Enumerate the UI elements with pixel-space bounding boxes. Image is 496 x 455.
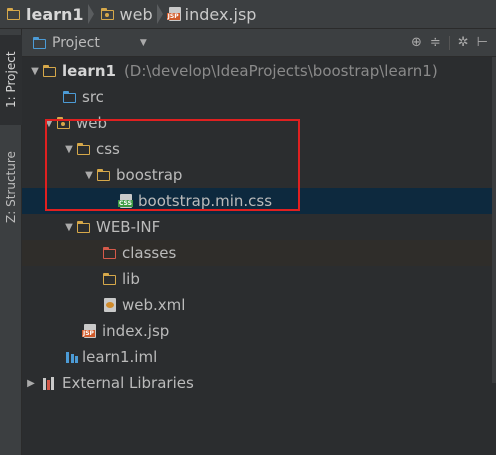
panel-toolbar: ⊕ ≑ ✲ ⊢	[411, 35, 488, 50]
tab-project[interactable]: 1: Project	[0, 35, 22, 125]
module-folder-icon	[42, 64, 58, 78]
tree-node-learn1[interactable]: ▼ learn1 (D:\develop\IdeaProjects\boostr…	[22, 58, 496, 84]
toolbar-divider	[448, 35, 450, 50]
css-file-icon: CSS	[118, 194, 133, 208]
expand-arrow-icon[interactable]: ▼	[62, 222, 76, 233]
breadcrumb-item-learn1[interactable]: learn1	[0, 0, 94, 28]
expand-arrow-icon[interactable]: ▼	[62, 144, 76, 155]
folder-icon	[100, 7, 116, 21]
expand-arrow-icon[interactable]: ▼	[82, 170, 96, 181]
project-tree: ▼ learn1 (D:\develop\IdeaProjects\boostr…	[22, 57, 496, 455]
vertical-scrollbar[interactable]	[492, 57, 496, 383]
tree-node-web-xml[interactable]: web.xml	[22, 292, 496, 318]
source-folder-icon	[62, 90, 78, 104]
tree-node-lib[interactable]: lib	[22, 266, 496, 292]
breadcrumb: learn1 web JSP index.jsp	[0, 0, 496, 29]
folder-icon	[76, 142, 92, 156]
tool-window-strip: 1: Project Z: Structure	[0, 29, 22, 455]
jsp-file-icon: JSP	[166, 7, 181, 21]
folder-icon	[96, 168, 112, 182]
project-view-icon	[32, 36, 48, 50]
gear-icon[interactable]: ✲	[458, 35, 469, 50]
expand-arrow-icon[interactable]: ▼	[42, 118, 56, 129]
folder-icon	[76, 220, 92, 234]
xml-file-icon	[104, 298, 116, 312]
folder-icon	[102, 272, 118, 286]
tree-node-boostrap[interactable]: ▼ boostrap	[22, 162, 496, 188]
project-view-selector[interactable]: Project ▼	[32, 35, 147, 51]
tree-node-learn1-iml[interactable]: learn1.iml	[22, 344, 496, 370]
excluded-folder-icon	[102, 246, 118, 260]
tree-node-index-jsp[interactable]: JSP index.jsp	[22, 318, 496, 344]
tab-structure[interactable]: Z: Structure	[0, 137, 22, 237]
jsp-file-icon: JSP	[82, 324, 96, 338]
tree-node-src[interactable]: src	[22, 84, 496, 110]
module-file-icon	[64, 350, 78, 364]
hide-panel-icon[interactable]: ⊢	[477, 35, 488, 50]
chevron-down-icon: ▼	[139, 37, 147, 48]
tree-node-web-inf[interactable]: ▼ WEB-INF	[22, 214, 496, 240]
breadcrumb-item-index-jsp[interactable]: JSP index.jsp	[163, 0, 267, 28]
collapse-arrow-icon[interactable]: ▶	[24, 378, 38, 389]
module-folder-icon	[6, 7, 22, 21]
tree-node-bootstrap-min-css[interactable]: CSS bootstrap.min.css	[22, 188, 496, 214]
project-panel-header: Project ▼ ⊕ ≑ ✲ ⊢	[22, 29, 496, 57]
tree-node-web[interactable]: ▼ web	[22, 110, 496, 136]
tree-node-external-libraries[interactable]: ▶ External Libraries	[22, 370, 496, 396]
web-folder-icon	[56, 116, 72, 130]
breadcrumb-item-web[interactable]: web	[94, 0, 163, 28]
crosshair-icon[interactable]: ⊕	[411, 35, 422, 50]
library-icon	[42, 376, 58, 390]
tree-node-classes[interactable]: classes	[22, 240, 496, 266]
collapse-all-icon[interactable]: ≑	[430, 35, 441, 50]
tree-node-css[interactable]: ▼ css	[22, 136, 496, 162]
expand-arrow-icon[interactable]: ▼	[28, 66, 42, 77]
